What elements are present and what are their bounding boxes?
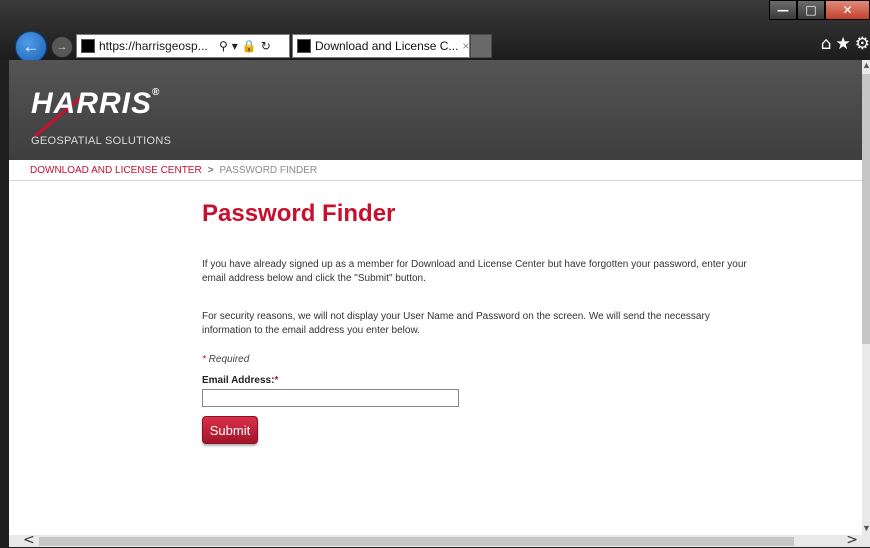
dropdown-icon[interactable]: ▾: [232, 39, 238, 53]
tab-favicon-icon: [297, 39, 311, 53]
refresh-icon[interactable]: ↻: [261, 39, 271, 53]
intro-paragraph: If you have already signed up as a membe…: [202, 259, 747, 284]
address-url[interactable]: https://harrisgeosp...: [99, 39, 215, 53]
logo-text: HARRIS: [31, 87, 153, 120]
password-finder-form: Password Finder If you have already sign…: [202, 200, 762, 444]
breadcrumb-link-download-center[interactable]: DOWNLOAD AND LICENSE CENTER: [30, 165, 202, 176]
horizontal-scroll-thumb[interactable]: [39, 537, 794, 546]
breadcrumb-separator: >: [207, 164, 214, 176]
logo-registered-mark: ®: [152, 87, 161, 98]
site-favicon-icon: [81, 39, 95, 53]
maximize-button[interactable]: □: [797, 0, 825, 20]
tab-title: Download and License C...: [315, 39, 459, 53]
forward-button[interactable]: →: [51, 36, 73, 58]
logo-tagline: GEOSPATIAL SOLUTIONS: [31, 135, 172, 147]
forward-arrow-icon: →: [56, 41, 68, 53]
settings-gear-icon[interactable]: ⚙: [855, 34, 870, 54]
scroll-right-icon[interactable]: >: [846, 532, 858, 548]
browser-chrome: — □ ✕ ← → https://harrisgeosp... ⚲ ▾ 🔒 ↻…: [0, 0, 870, 63]
vertical-scrollbar[interactable]: ▲ ▼: [862, 60, 870, 535]
harris-logo[interactable]: HARRIS®: [31, 87, 160, 121]
new-tab-button[interactable]: [470, 34, 492, 58]
browser-tab-active[interactable]: Download and License C... ×: [292, 34, 470, 58]
page-viewport: HARRIS® GEOSPATIAL SOLUTIONS DOWNLOAD AN…: [9, 60, 862, 535]
required-note: * Required: [202, 354, 762, 365]
scroll-left-icon[interactable]: <: [23, 532, 35, 548]
url-scheme: https://: [99, 39, 136, 53]
address-bar[interactable]: https://harrisgeosp... ⚲ ▾ 🔒 ↻: [76, 34, 290, 58]
window-controls: — □ ✕: [769, 0, 870, 20]
home-icon[interactable]: ⌂: [821, 34, 832, 54]
page-title: Password Finder: [202, 200, 396, 227]
email-required-star: *: [274, 375, 279, 386]
scroll-up-icon[interactable]: ▲: [862, 60, 870, 72]
breadcrumb: DOWNLOAD AND LICENSE CENTER > PASSWORD F…: [9, 160, 862, 181]
browser-tools: ⌂ ★ ⚙: [821, 34, 870, 54]
minimize-button[interactable]: —: [769, 0, 797, 20]
lock-icon[interactable]: 🔒: [242, 39, 257, 53]
search-icon[interactable]: ⚲: [219, 39, 228, 53]
email-label: Email Address:*: [202, 375, 762, 386]
vertical-scroll-thumb[interactable]: [862, 74, 870, 344]
horizontal-scrollbar[interactable]: < >: [9, 532, 870, 548]
url-host: harrisgeosp...: [135, 39, 208, 53]
favorites-star-icon[interactable]: ★: [836, 34, 851, 54]
tab-close-icon[interactable]: ×: [462, 39, 469, 53]
close-window-button[interactable]: ✕: [825, 0, 870, 20]
submit-button[interactable]: Submit: [202, 416, 258, 444]
email-input[interactable]: [202, 389, 459, 407]
site-header: HARRIS® GEOSPATIAL SOLUTIONS: [9, 60, 862, 160]
breadcrumb-current: PASSWORD FINDER: [219, 164, 318, 176]
scroll-down-icon[interactable]: ▼: [862, 523, 870, 535]
back-button[interactable]: ←: [15, 31, 47, 63]
email-label-text: Email Address:: [202, 375, 275, 386]
required-text: Required: [205, 354, 250, 365]
security-paragraph: For security reasons, we will not displa…: [202, 311, 710, 336]
back-arrow-icon: ←: [22, 37, 40, 56]
